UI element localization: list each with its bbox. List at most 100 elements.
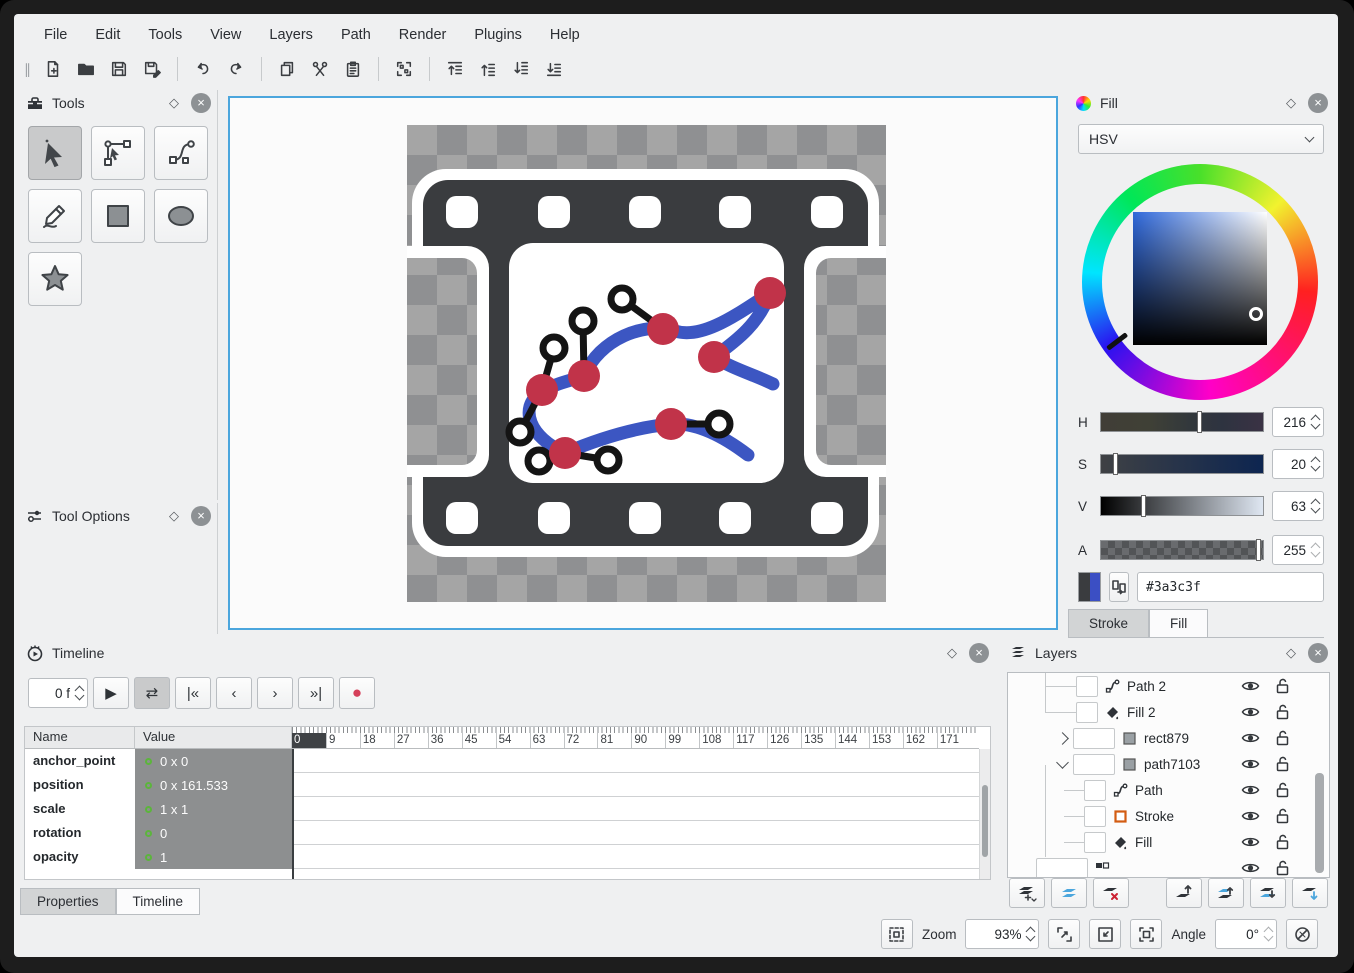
layers-scrollbar-thumb[interactable] <box>1315 773 1324 873</box>
color-comparison-swatch[interactable] <box>1078 572 1101 602</box>
scrollbar-thumb[interactable] <box>982 785 988 857</box>
tab-properties[interactable]: Properties <box>20 888 116 915</box>
loop-button[interactable]: ⇄ <box>134 677 170 709</box>
property-row[interactable]: anchor_point <box>25 749 135 773</box>
add-layer-button[interactable] <box>1009 878 1045 908</box>
layer-row[interactable]: rect879 <box>1008 725 1329 751</box>
save-button[interactable] <box>104 54 134 84</box>
group-shapes-button[interactable] <box>389 54 419 84</box>
lock-open-icon[interactable] <box>1271 704 1293 720</box>
ellipse-tool-button[interactable] <box>154 189 208 243</box>
value-slider-handle[interactable] <box>1140 495 1146 517</box>
toolbar-drag-handle[interactable]: ∥ <box>24 61 31 78</box>
visibility-eye-icon[interactable] <box>1239 679 1261 693</box>
lower-button[interactable] <box>506 54 536 84</box>
angle-spinbox[interactable]: 0° <box>1215 919 1277 949</box>
go-to-start-button[interactable]: |« <box>175 677 211 709</box>
saturation-value-marker[interactable] <box>1249 307 1263 321</box>
tools-close-button[interactable]: × <box>191 93 211 113</box>
undo-button[interactable] <box>188 54 218 84</box>
property-value[interactable]: 1 x 1 <box>135 797 292 821</box>
fit-view-button[interactable] <box>1130 919 1163 949</box>
layer-thumbnail[interactable] <box>1073 727 1115 749</box>
raise-button[interactable] <box>473 54 503 84</box>
go-to-end-button[interactable]: »| <box>298 677 334 709</box>
lower-to-bottom-button[interactable] <box>539 54 569 84</box>
move-layer-bottom-button[interactable] <box>1292 878 1328 908</box>
value-spinbox[interactable]: 63 <box>1272 491 1324 521</box>
zoom-out-button[interactable] <box>1089 919 1122 949</box>
play-button[interactable]: ▶ <box>93 677 129 709</box>
menu-file[interactable]: File <box>30 20 81 50</box>
lock-open-icon[interactable] <box>1271 860 1293 876</box>
spin-arrows-icon[interactable] <box>1310 542 1321 558</box>
layer-row[interactable]: path7103 <box>1008 751 1329 777</box>
copy-button[interactable] <box>272 54 302 84</box>
fill-float-button[interactable]: ◇ <box>1282 94 1300 112</box>
layer-thumbnail[interactable] <box>1036 857 1088 877</box>
visibility-eye-icon[interactable] <box>1239 705 1261 719</box>
spin-arrows-icon[interactable] <box>1310 414 1321 430</box>
tab-fill[interactable]: Fill <box>1149 609 1209 637</box>
tools-float-button[interactable]: ◇ <box>165 94 183 112</box>
frame-document-button[interactable] <box>880 919 913 949</box>
frame-ruler[interactable]: 0 9 18 27 36 45 54 63 72 81 90 99 108 11… <box>292 727 979 748</box>
alpha-slider-handle[interactable] <box>1255 539 1261 561</box>
lock-open-icon[interactable] <box>1271 808 1293 824</box>
hue-slider[interactable] <box>1100 411 1264 433</box>
property-value[interactable]: 0 x 0 <box>135 749 292 773</box>
tab-timeline[interactable]: Timeline <box>115 888 201 915</box>
menu-plugins[interactable]: Plugins <box>460 20 536 50</box>
cut-button[interactable] <box>305 54 335 84</box>
menu-layers[interactable]: Layers <box>255 20 327 50</box>
lock-open-icon[interactable] <box>1271 678 1293 694</box>
swap-colors-button[interactable] <box>1109 572 1129 602</box>
delete-layer-button[interactable] <box>1093 878 1129 908</box>
bezier-tool-button[interactable] <box>154 126 208 180</box>
record-button[interactable]: ● <box>339 677 375 709</box>
redo-button[interactable] <box>221 54 251 84</box>
keyframe-lane[interactable] <box>292 797 979 821</box>
new-file-button[interactable] <box>38 54 68 84</box>
property-row[interactable]: position <box>25 773 135 797</box>
layer-row[interactable]: Stroke <box>1008 803 1329 829</box>
color-model-select[interactable]: HSV <box>1078 124 1324 154</box>
hue-spinbox[interactable]: 216 <box>1272 407 1324 437</box>
property-row[interactable]: rotation <box>25 821 135 845</box>
zoom-spinbox[interactable]: 93% <box>965 919 1040 949</box>
reset-rotation-button[interactable] <box>1286 919 1318 949</box>
property-value[interactable]: 0 <box>135 821 292 845</box>
value-slider[interactable] <box>1100 495 1264 517</box>
keyframe-lane[interactable] <box>292 749 979 773</box>
layers-close-button[interactable]: × <box>1308 643 1328 663</box>
expand-chevron-collapsed[interactable] <box>1056 731 1069 745</box>
keyframe-lane[interactable] <box>292 773 979 797</box>
move-layer-top-button[interactable] <box>1166 878 1202 908</box>
lock-open-icon[interactable] <box>1271 756 1293 772</box>
menu-help[interactable]: Help <box>536 20 594 50</box>
keyframe-lanes[interactable] <box>292 749 979 869</box>
paste-button[interactable] <box>338 54 368 84</box>
move-layer-up-button[interactable] <box>1208 878 1244 908</box>
tab-stroke[interactable]: Stroke <box>1068 609 1150 637</box>
lock-open-icon[interactable] <box>1271 834 1293 850</box>
alpha-slider[interactable] <box>1100 539 1264 561</box>
canvas[interactable] <box>228 96 1058 630</box>
layer-row[interactable]: Path <box>1008 777 1329 803</box>
layer-row[interactable]: Path 2 <box>1008 673 1329 699</box>
layer-thumbnail[interactable] <box>1084 831 1106 853</box>
visibility-eye-icon[interactable] <box>1239 731 1261 745</box>
keyframe-lane[interactable] <box>292 845 979 869</box>
tool-options-float-button[interactable]: ◇ <box>165 507 183 525</box>
layer-row[interactable]: Fill <box>1008 829 1329 855</box>
visibility-eye-icon[interactable] <box>1239 861 1261 875</box>
spin-arrows-icon[interactable] <box>74 685 85 701</box>
layer-row[interactable]: Fill 2 <box>1008 699 1329 725</box>
menu-edit[interactable]: Edit <box>81 20 134 50</box>
layer-row-partial[interactable] <box>1008 855 1329 877</box>
property-value[interactable]: 1 <box>135 845 292 869</box>
frame-spinbox[interactable]: 0 f <box>28 678 88 708</box>
move-layer-down-button[interactable] <box>1250 878 1286 908</box>
menu-render[interactable]: Render <box>385 20 461 50</box>
keyframe-lane[interactable] <box>292 821 979 845</box>
